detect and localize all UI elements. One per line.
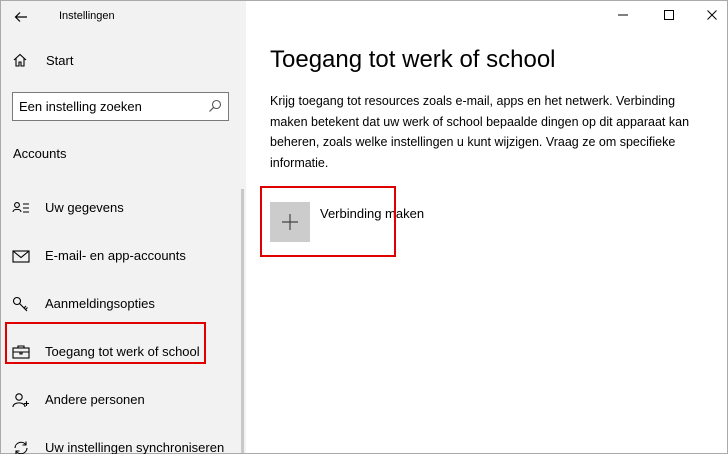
search-box[interactable] [12,92,229,121]
briefcase-icon [12,345,30,359]
page-title: Toegang tot werk of school [270,46,556,73]
search-input[interactable] [13,93,203,120]
minimize-icon [618,14,628,16]
sidebar-item-uw-gegevens[interactable]: Uw gegevens [1,188,241,228]
home-icon [13,53,27,67]
sidebar-item-label: E-mail- en app-accounts [45,248,186,263]
start-nav-item[interactable]: Start [1,45,246,75]
minimize-button[interactable] [608,4,638,26]
settings-window: Instellingen Start Accounts Uw gegevens [0,0,728,454]
sidebar-item-label: Andere personen [45,392,145,407]
search-icon[interactable] [208,99,222,113]
connect-button[interactable] [270,202,310,242]
close-button[interactable] [697,4,727,26]
back-arrow-icon [14,12,27,22]
plus-icon [282,214,298,230]
sidebar: Instellingen Start Accounts Uw gegevens [1,1,246,454]
section-header-accounts: Accounts [13,146,67,161]
person-add-icon [12,393,29,408]
sync-icon [14,441,28,454]
connect-label[interactable]: Verbinding maken [320,206,424,221]
start-label: Start [46,53,74,68]
key-icon [12,296,28,312]
sidebar-scrollbar[interactable] [241,189,244,453]
back-button[interactable] [7,5,35,29]
sidebar-item-synchroniseren[interactable]: Uw instellingen synchroniseren [1,428,241,454]
sidebar-item-andere-personen[interactable]: Andere personen [1,380,241,420]
sidebar-item-label: Aanmeldingsopties [45,296,155,311]
mail-icon [12,250,30,263]
maximize-icon [664,10,674,20]
page-description: Krijg toegang tot resources zoals e-mail… [270,94,690,170]
sidebar-item-label: Uw instellingen synchroniseren [45,440,225,454]
app-title: Instellingen [59,10,115,22]
user-info-icon [12,202,29,213]
close-icon [707,10,717,20]
sidebar-item-email[interactable]: E-mail- en app-accounts [1,236,241,276]
maximize-button[interactable] [654,4,684,26]
sidebar-item-label: Toegang tot werk of school [45,344,200,359]
sidebar-item-label: Uw gegevens [45,200,124,215]
sidebar-item-werk-of-school[interactable]: Toegang tot werk of school [1,332,241,372]
sidebar-item-aanmeldingsopties[interactable]: Aanmeldingsopties [1,284,241,324]
